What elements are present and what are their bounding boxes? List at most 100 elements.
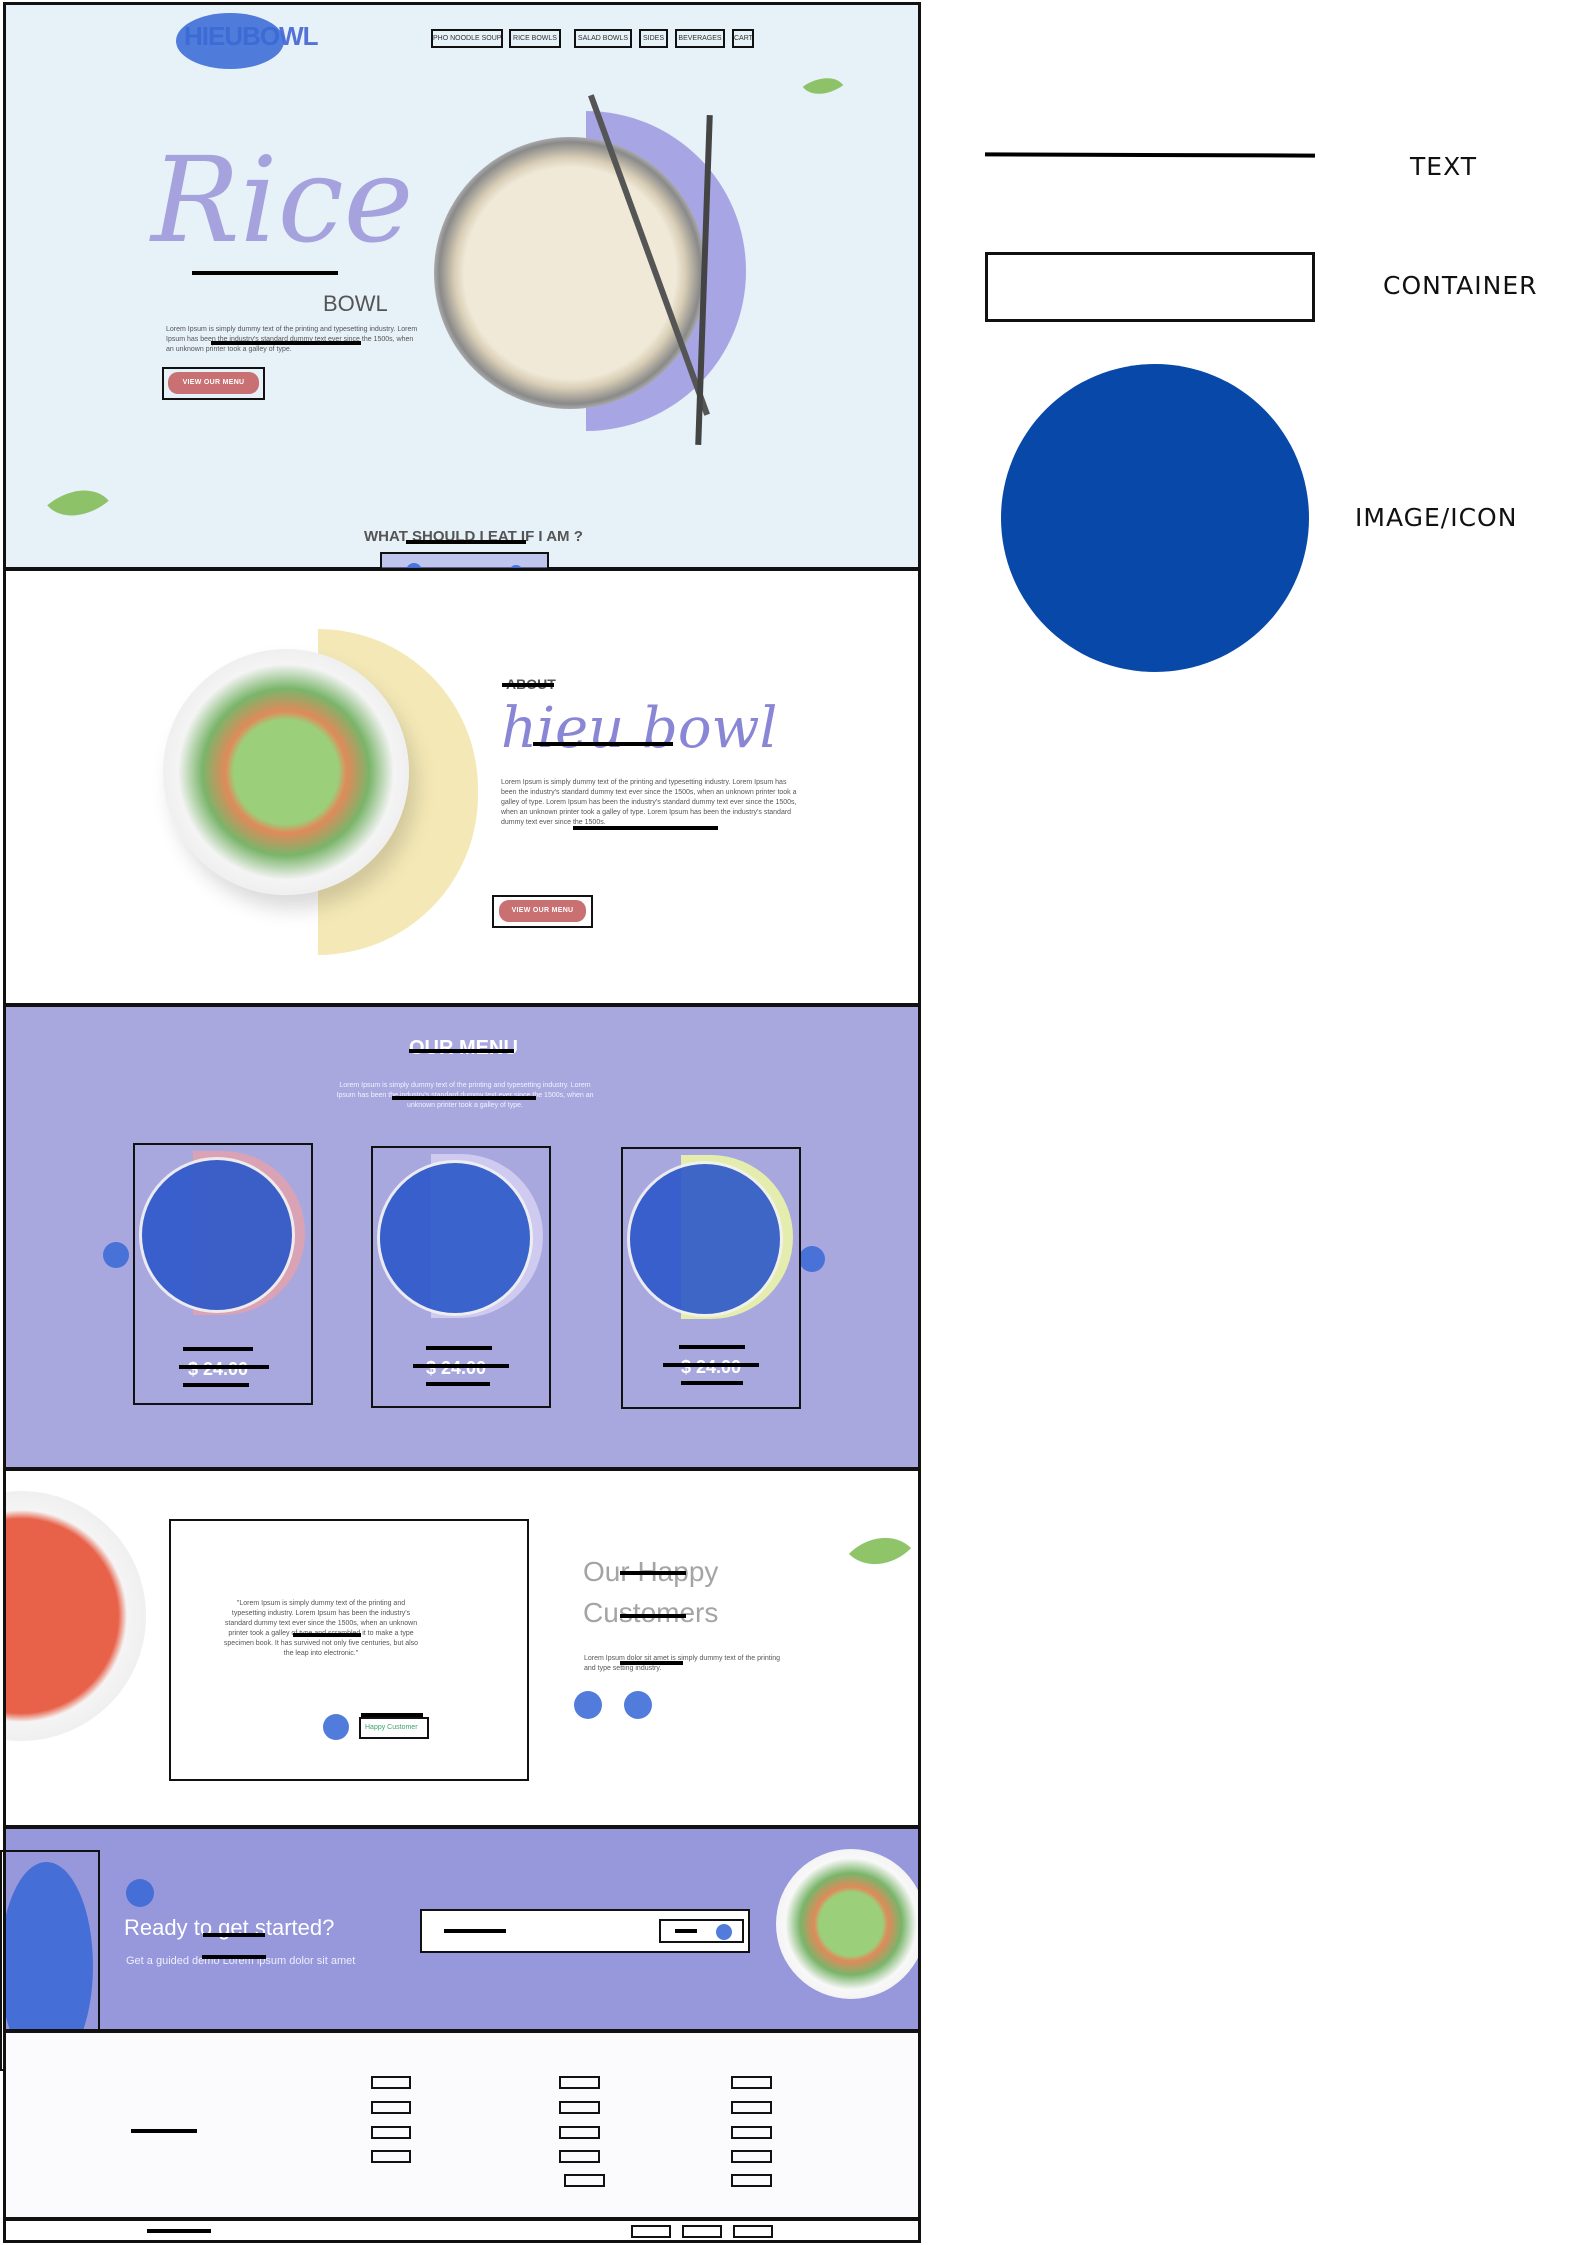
footer-brand [131, 2129, 197, 2133]
footer-link[interactable] [559, 2150, 600, 2163]
footer-section [3, 2030, 921, 2220]
cta-badge-icon [126, 1879, 154, 1907]
menu-card[interactable]: $ 24.00 [371, 1146, 551, 1408]
soup-bowl-image [6, 1491, 146, 1741]
legend-container-swatch [985, 252, 1315, 322]
menu-card[interactable]: $ 24.00 [133, 1143, 313, 1405]
hero-title: Rice [151, 131, 414, 269]
cta-section: Ready to get started? Get a guided demo … [3, 1826, 921, 2032]
menu-card-desc [681, 1381, 743, 1385]
legal-link[interactable] [682, 2225, 722, 2238]
testimonials-subtext-annotation [620, 1661, 683, 1665]
menu-section: OUR MENU Lorem Ipsum is simply dummy tex… [3, 1004, 921, 1470]
hero-section: HIEUBOWL PHO NOODLE SOUP RICE BOWLS SALA… [3, 2, 921, 570]
hero-question-annotation [406, 540, 526, 544]
footer-link[interactable] [559, 2101, 600, 2114]
menu-card-price: $ 24.00 [681, 1357, 742, 1377]
testimonial-author-title: Happy Customer [365, 1724, 418, 1731]
menu-intro-annotation [392, 1096, 536, 1100]
footer-link[interactable] [559, 2076, 600, 2089]
cta-heading-annotation [203, 1933, 265, 1937]
testimonial-next-icon[interactable] [624, 1691, 652, 1719]
logo[interactable]: HIEUBOWL [176, 13, 326, 69]
copyright-bar [3, 2218, 921, 2243]
footer-link[interactable] [731, 2150, 772, 2163]
footer-link[interactable] [731, 2126, 772, 2139]
menu-next-arrow-icon[interactable] [799, 1246, 825, 1272]
hero-view-menu-button[interactable]: VIEW OUR MENU [168, 372, 259, 394]
legend-image-swatch [1001, 364, 1309, 672]
menu-prev-arrow-icon[interactable] [103, 1242, 129, 1268]
testimonial-card: "Lorem Ipsum is simply dummy text of the… [169, 1519, 529, 1781]
about-section: ABOUT hieu bowl Lorem Ipsum is simply du… [3, 568, 921, 1006]
about-view-menu-button[interactable]: VIEW OUR MENU [499, 900, 586, 922]
menu-card-price-annotation [179, 1365, 269, 1369]
nav-sides[interactable]: SIDES [639, 29, 668, 48]
menu-card-price: $ 24.00 [426, 1358, 487, 1378]
leaf-decoration-icon [47, 473, 109, 533]
menu-card-price-annotation [413, 1364, 509, 1368]
cta-submit-icon [716, 1924, 732, 1940]
about-title-annotation [533, 742, 673, 746]
cta-submit-label [675, 1929, 697, 1933]
cta-email-input[interactable] [444, 1929, 506, 1933]
testimonials-section: "Lorem Ipsum is simply dummy text of the… [3, 1468, 921, 1828]
about-bowl-image [163, 649, 409, 895]
footer-link[interactable] [731, 2174, 772, 2187]
copyright-text [147, 2229, 211, 2233]
testimonial-quote-annotation [293, 1633, 361, 1637]
cta-subtext-annotation [202, 1955, 266, 1959]
footer-link[interactable] [731, 2101, 772, 2114]
testimonials-heading-line2: Customers [583, 1597, 719, 1628]
footer-link[interactable] [371, 2076, 411, 2089]
footer-link[interactable] [371, 2126, 411, 2139]
legend-container-label: CONTAINER [1383, 271, 1538, 300]
legend-text-swatch [984, 152, 1316, 158]
nav-cart[interactable]: CART [732, 29, 754, 48]
logo-image [176, 13, 284, 69]
footer-link[interactable] [731, 2076, 772, 2089]
about-title: hieu bowl [501, 696, 778, 761]
menu-card-desc [183, 1383, 249, 1387]
hero-body: Lorem Ipsum is simply dummy text of the … [166, 326, 418, 353]
nav-beverages[interactable]: BEVERAGES [675, 29, 725, 48]
nav-rice-bowls[interactable]: RICE BOWLS [509, 29, 561, 48]
hero-title-annotation [192, 271, 338, 275]
testimonial-prev-icon[interactable] [574, 1691, 602, 1719]
legal-link[interactable] [733, 2225, 773, 2238]
menu-card[interactable]: $ 24.00 [621, 1147, 801, 1409]
cta-email-form[interactable] [420, 1909, 750, 1953]
cta-heading: Ready to get started? [124, 1915, 335, 1940]
cta-submit-button[interactable] [659, 1919, 744, 1943]
testimonials-heading-annotation [620, 1571, 686, 1575]
hero-subtitle: BOWL [323, 291, 388, 316]
menu-card-name [679, 1345, 745, 1349]
nav-salad-bowls[interactable]: SALAD BOWLS [574, 29, 632, 48]
nav-pho-noodle-soup[interactable]: PHO NOODLE SOUP [431, 29, 503, 48]
legend-image-label: IMAGE/ICON [1355, 503, 1518, 532]
footer-link[interactable] [564, 2174, 605, 2187]
testimonials-subtext: Lorem Ipsum dolor sit amet is simply dum… [584, 1655, 781, 1672]
hero-body-annotation [211, 341, 361, 345]
testimonial-avatar [323, 1714, 349, 1740]
menu-card-name [426, 1346, 492, 1350]
hero-bowl-image [434, 137, 706, 409]
testimonials-heading-annotation [620, 1614, 686, 1618]
cta-bowl-image [776, 1849, 918, 1999]
footer-link[interactable] [371, 2101, 411, 2114]
about-body: Lorem Ipsum is simply dummy text of the … [501, 779, 797, 826]
about-eyebrow-annotation [502, 683, 554, 687]
menu-title-annotation [409, 1049, 514, 1053]
menu-card-price: $ 24.00 [188, 1359, 249, 1379]
menu-card-price-annotation [663, 1363, 759, 1367]
legend-text-label: TEXT [1410, 152, 1478, 181]
about-body-annotation [573, 826, 718, 830]
legal-link[interactable] [631, 2225, 671, 2238]
leaf-decoration-icon [802, 67, 844, 105]
menu-card-name [183, 1347, 253, 1351]
footer-link[interactable] [371, 2150, 411, 2163]
testimonial-author-title-box: Happy Customer [359, 1717, 429, 1739]
leaf-decoration-icon [848, 1519, 912, 1583]
footer-link[interactable] [559, 2126, 600, 2139]
testimonial-quote: "Lorem Ipsum is simply dummy text of the… [223, 1600, 419, 1657]
